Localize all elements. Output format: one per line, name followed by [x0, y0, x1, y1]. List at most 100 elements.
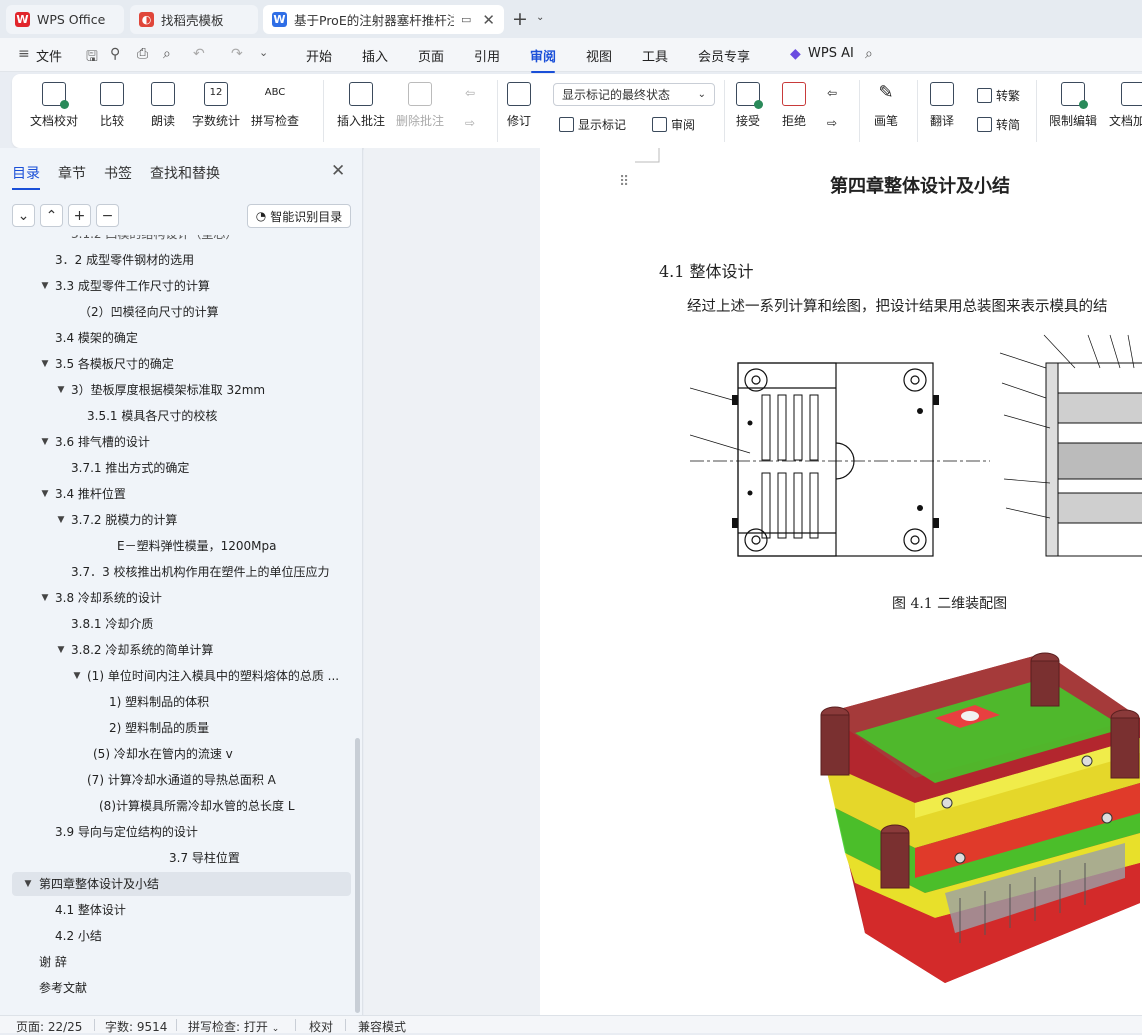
doc-check-button[interactable]: 文档校对 — [30, 82, 78, 129]
expand-level-button[interactable]: ⌃ — [40, 204, 63, 227]
body-paragraph[interactable]: 经过上述一系列计算和绘图，把设计结果用总装图来表示模具的结 — [687, 295, 1108, 316]
figure-caption[interactable]: 图 4.1 二维装配图 — [892, 593, 1007, 613]
toc-item[interactable]: (8)计算模具所需冷却水管的总长度 L — [99, 794, 295, 818]
compare-button[interactable]: 比较 — [100, 82, 124, 129]
toc-item[interactable]: ▼ 3.8 冷却系统的设计 — [42, 586, 162, 610]
chevron-down-icon[interactable]: ⌄ — [536, 12, 544, 23]
toc-item[interactable]: (7) 计算冷却水通道的导热总面积 A — [87, 768, 276, 792]
toc-item[interactable]: 3.5.1 模具各尺寸的校核 — [87, 404, 217, 428]
restrict-edit-button[interactable]: 限制编辑 — [1049, 82, 1097, 129]
menu-membership[interactable]: 会员专享 — [698, 46, 750, 65]
insert-comment-button[interactable]: 插入批注 — [337, 82, 385, 129]
next-comment-icon[interactable]: ⇨ — [465, 116, 475, 130]
toc-item[interactable]: 1) 塑料制品的体积 — [109, 690, 209, 714]
reject-button[interactable]: 拒绝 — [782, 82, 806, 129]
toc-item-selected[interactable]: ▼ 第四章整体设计及小结 — [12, 872, 351, 896]
chapter-heading[interactable]: 第四章整体设计及小结 — [830, 172, 1010, 198]
print-icon[interactable]: ⎙ — [137, 46, 148, 62]
drag-handle-icon[interactable]: ⠿ — [619, 174, 629, 190]
read-aloud-button[interactable]: 朗读 — [151, 82, 175, 129]
show-markup-button[interactable]: 显示标记 — [559, 116, 626, 133]
expand-triangle-icon[interactable]: ▼ — [22, 872, 34, 896]
review-pane-button[interactable]: 审阅 — [652, 116, 695, 133]
encrypt-button[interactable]: 文档加 — [1109, 82, 1142, 129]
toc-item[interactable]: 4.2 小结 — [55, 924, 102, 948]
toc-item[interactable]: （2）凹模径向尺寸的计算 — [79, 300, 219, 324]
undo-icon[interactable]: ↶ — [193, 46, 205, 62]
toc-item[interactable]: 3.7．3 校核推出机构作用在塑件上的单位压应力 — [71, 560, 330, 584]
markup-state-select[interactable]: 显示标记的最终状态 ⌄ — [553, 83, 715, 106]
menu-home[interactable]: 开始 — [306, 46, 332, 65]
nav-tab-toc[interactable]: 目录 — [12, 163, 40, 190]
pen-button[interactable]: ✎ 画笔 — [874, 82, 898, 129]
new-tab-icon[interactable]: + — [512, 8, 528, 30]
smart-toc-button[interactable]: ◔ 智能识别目录 — [247, 204, 351, 228]
menu-file[interactable]: 文件 — [36, 46, 62, 65]
track-changes-button[interactable]: 修订 — [507, 82, 531, 129]
nav-tab-find-replace[interactable]: 查找和替换 — [150, 163, 220, 183]
proofing-status[interactable]: 校对 — [309, 1018, 333, 1035]
toc-item[interactable]: ▼ 3.3 成型零件工作尺寸的计算 — [42, 274, 210, 298]
delete-comment-button[interactable]: 删除批注 — [396, 82, 444, 129]
toc-item[interactable]: 2) 塑料制品的质量 — [109, 716, 209, 740]
more-chevron-icon[interactable]: ⌄ — [259, 46, 268, 59]
toc-item[interactable]: ▼ (1) 单位时间内注入模具中的塑料熔体的总质 ... — [74, 664, 340, 688]
word-count-indicator[interactable]: 字数: 9514 — [105, 1018, 167, 1035]
tab-document[interactable]: W 基于ProE的注射器塞杆推杆注 ▭ ✕ — [263, 5, 504, 34]
close-pane-icon[interactable]: ✕ — [331, 161, 345, 181]
toc-item[interactable]: ▼ 3.4 推杆位置 — [42, 482, 126, 506]
expand-triangle-icon[interactable]: ▼ — [39, 352, 51, 376]
document-page[interactable]: ⠿ 第四章整体设计及小结 4.1 整体设计 经过上述一系列计算和绘图，把设计结果… — [540, 148, 1142, 1015]
redo-icon[interactable]: ↷ — [231, 46, 243, 62]
tab-wps-office[interactable]: W WPS Office — [6, 5, 124, 34]
remove-heading-button[interactable]: − — [96, 204, 119, 227]
menu-page[interactable]: 页面 — [418, 46, 444, 65]
toc-item[interactable]: 3．2 成型零件钢材的选用 — [55, 248, 194, 272]
prev-comment-icon[interactable]: ⇦ — [465, 86, 475, 100]
accept-button[interactable]: 接受 — [736, 82, 763, 129]
monitor-icon[interactable]: ▭ — [461, 13, 471, 26]
menu-insert[interactable]: 插入 — [362, 46, 388, 65]
translate-button[interactable]: 翻译 — [930, 82, 954, 129]
menu-wps-ai[interactable]: WPS AI — [808, 46, 854, 61]
save-icon[interactable]: 🖫 — [86, 46, 98, 70]
spell-check-status[interactable]: 拼写检查: 打开 ⌄ — [188, 1018, 279, 1035]
convert-simplified-button[interactable]: 转简 — [977, 116, 1020, 133]
menu-review[interactable]: 审阅 — [530, 46, 556, 73]
toc-scrollbar[interactable] — [355, 738, 360, 1013]
link-icon[interactable]: ⚲ — [110, 46, 120, 62]
add-heading-button[interactable]: + — [68, 204, 91, 227]
toc-item[interactable]: E－塑料弹性模量，1200Mpa — [117, 534, 276, 558]
search-icon[interactable]: ⌕ — [865, 46, 873, 62]
spell-check-button[interactable]: ABC 拼写检查 — [251, 82, 299, 129]
toc-item[interactable]: 4.1 整体设计 — [55, 898, 126, 922]
expand-triangle-icon[interactable]: ▼ — [55, 378, 67, 402]
menu-references[interactable]: 引用 — [474, 46, 500, 65]
nav-tab-bookmarks[interactable]: 书签 — [104, 163, 132, 183]
toc-item[interactable]: 谢 辞 — [39, 950, 67, 974]
assembly-2d-drawing[interactable] — [690, 333, 1142, 563]
toc-item[interactable]: 3.7 导柱位置 — [169, 846, 240, 870]
expand-triangle-icon[interactable]: ▼ — [39, 274, 51, 298]
prev-change-icon[interactable]: ⇦ — [827, 86, 837, 100]
expand-triangle-icon[interactable]: ▼ — [39, 430, 51, 454]
toc-item[interactable]: ▼ 3.8.2 冷却系统的简单计算 — [58, 638, 214, 662]
hamburger-menu-icon[interactable]: ≡ — [18, 46, 30, 62]
word-count-button[interactable]: 12 字数统计 — [192, 82, 240, 129]
toc-item[interactable]: 3.9 导向与定位结构的设计 — [55, 820, 198, 844]
convert-traditional-button[interactable]: 转繁 — [977, 87, 1020, 104]
collapse-level-button[interactable]: ⌄ — [12, 204, 35, 227]
toc-item[interactable]: 3.4 模架的确定 — [55, 326, 138, 350]
tab-template-store[interactable]: ◐ 找稻壳模板 — [130, 5, 258, 34]
toc-item[interactable]: 3.8.1 冷却介质 — [71, 612, 153, 636]
toc-item[interactable]: 3.7.1 推出方式的确定 — [71, 456, 189, 480]
print-preview-icon[interactable]: ⌕ — [163, 46, 171, 62]
toc-item[interactable]: 参考文献 — [39, 976, 87, 1000]
expand-triangle-icon[interactable]: ▼ — [55, 638, 67, 662]
toc-item[interactable]: 3.1.2 凸模的结构设计（型芯） — [71, 235, 237, 246]
close-tab-icon[interactable]: ✕ — [482, 11, 495, 29]
page-indicator[interactable]: 页面: 22/25 — [16, 1018, 82, 1035]
menu-view[interactable]: 视图 — [586, 46, 612, 65]
expand-triangle-icon[interactable]: ▼ — [39, 482, 51, 506]
section-heading[interactable]: 4.1 整体设计 — [659, 258, 754, 282]
